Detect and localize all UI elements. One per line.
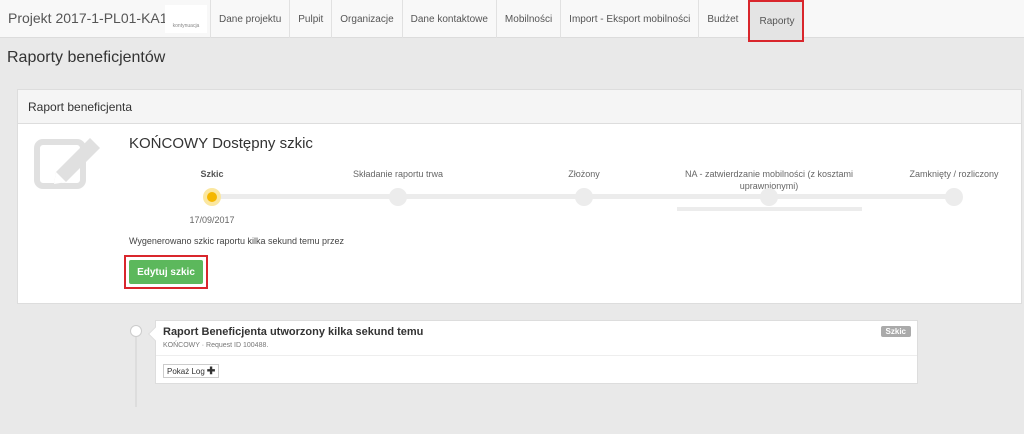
timeline-card-meta: KOŃCOWY · Request ID 100488. (163, 342, 269, 349)
timeline-line (135, 333, 137, 407)
edit-button-highlight: Edytuj szkic (124, 255, 208, 289)
card-arrow (147, 326, 163, 342)
page-title: Raporty beneficjentów (7, 49, 166, 66)
nav-item-mobilnosci[interactable]: Mobilności (495, 0, 560, 38)
step-label-szkic: Szkic (200, 169, 224, 179)
nav-item-dane-projektu[interactable]: Dane projektu (210, 0, 289, 38)
nav-item-pulpit[interactable]: Pulpit (289, 0, 331, 38)
top-navigation: Projekt 2017-1-PL01-KA102- kontynuacja D… (0, 0, 1024, 42)
show-log-label: Pokaż Log (167, 366, 205, 376)
status-badge: Szkic (880, 326, 911, 337)
project-subtitle: kontynuacja (165, 5, 207, 33)
step-dot-szkic (203, 188, 221, 206)
step-label-zatwierdzanie: NA - zatwierdzanie mobilności (z kosztam… (684, 169, 854, 179)
step-date: 17/09/2017 (189, 215, 235, 225)
step-dot-zatwierdzanie (760, 188, 778, 206)
step-label-zamkniety: Zamknięty / rozliczony (909, 169, 999, 179)
timeline-card-title: Raport Beneficjenta utworzony kilka seku… (163, 326, 424, 338)
progress-track (677, 207, 862, 211)
step-dot-zlozony (575, 188, 593, 206)
panel-heading: Raport beneficjenta (18, 90, 1021, 124)
step-label-skladanie: Składanie raportu trwa (352, 169, 444, 179)
plus-icon: ✚ (206, 365, 216, 377)
step-label-zlozony: Złożony (568, 169, 600, 179)
progress-track (214, 194, 395, 199)
nav-item-budzet[interactable]: Budżet (698, 0, 746, 38)
progress-track (769, 194, 955, 199)
report-status-title: KOŃCOWY Dostępny szkic (129, 135, 313, 152)
report-panel: Raport beneficjenta KOŃCOWY Dostępny szk… (17, 89, 1022, 304)
edit-document-icon (34, 138, 100, 189)
step-dot-zamkniety (945, 188, 963, 206)
project-title[interactable]: Projekt 2017-1-PL01-KA102- (8, 10, 188, 26)
show-log-button[interactable]: Pokaż Log ✚ (163, 364, 220, 378)
nav-item-raporty[interactable]: Raporty (748, 0, 805, 42)
progress-track (584, 194, 769, 199)
progress-track (398, 194, 584, 199)
nav-item-organizacje[interactable]: Organizacje (331, 0, 401, 38)
timeline-card: Raport Beneficjenta utworzony kilka seku… (147, 320, 918, 384)
nav-tabs: Dane projektu Pulpit Organizacje Dane ko… (210, 0, 805, 42)
edit-draft-button[interactable]: Edytuj szkic (129, 260, 203, 284)
nav-item-import-eksport[interactable]: Import - Eksport mobilności (560, 0, 698, 38)
nav-item-dane-kontaktowe[interactable]: Dane kontaktowe (401, 0, 496, 38)
generated-text: Wygenerowano szkic raportu kilka sekund … (129, 236, 345, 246)
step-dot-skladanie (389, 188, 407, 206)
card-divider (156, 355, 917, 356)
timeline-dot (130, 325, 142, 337)
